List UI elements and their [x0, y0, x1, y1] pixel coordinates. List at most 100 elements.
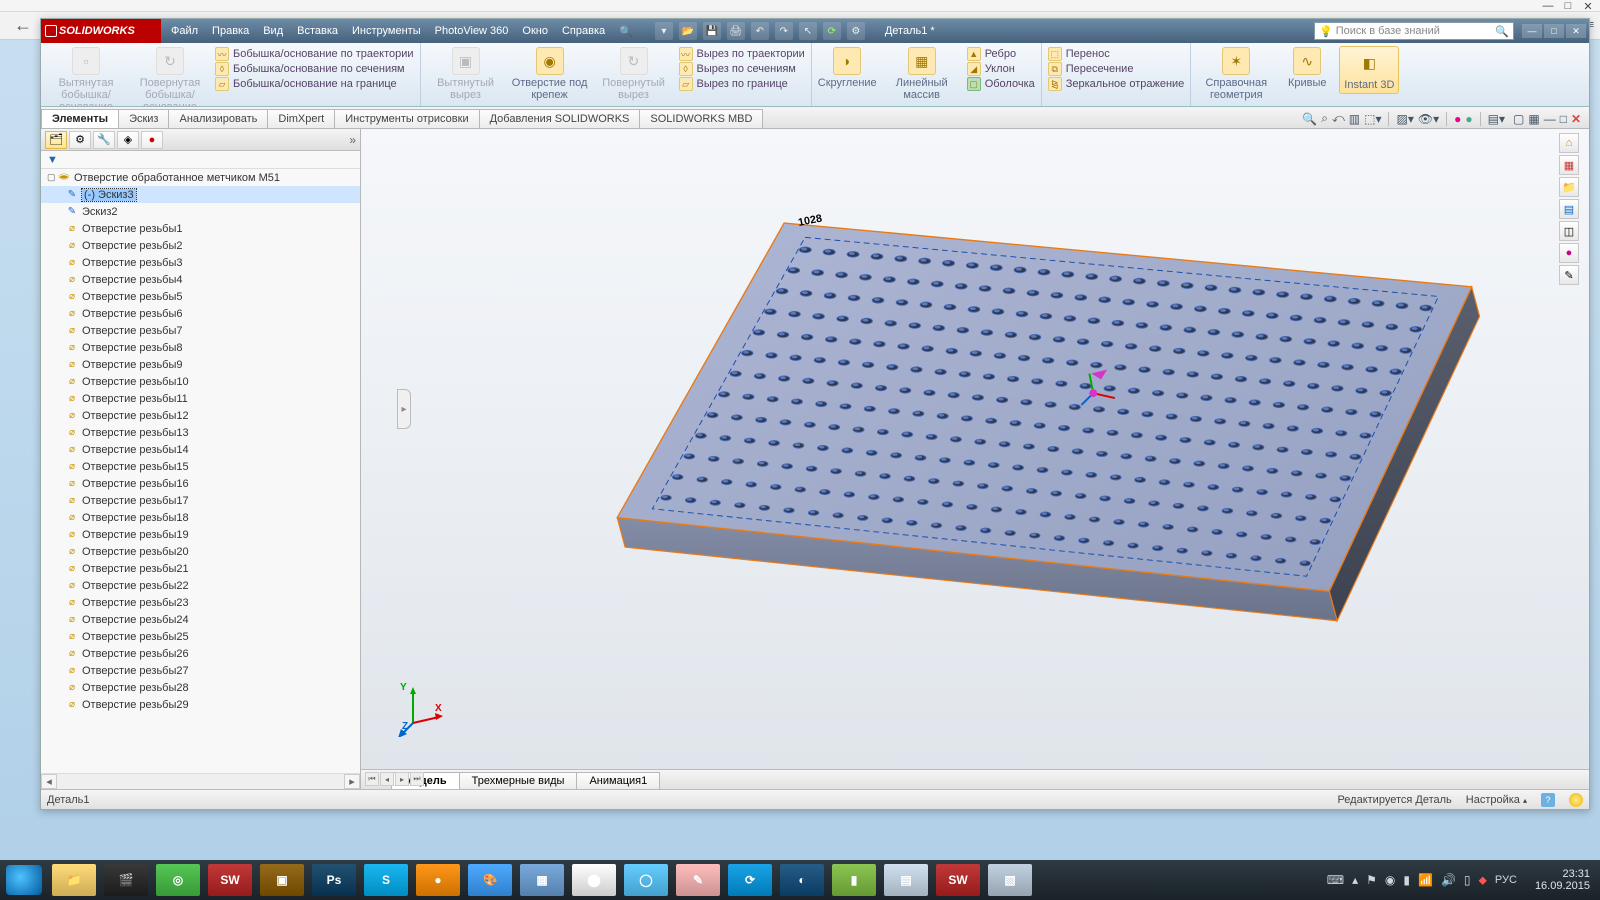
- tray-language[interactable]: РУС: [1495, 874, 1517, 886]
- fm-tabs-more-icon[interactable]: »: [349, 133, 356, 147]
- tree-hole-item[interactable]: ⌀Отверстие резьбы12: [41, 407, 360, 424]
- tree-hole-item[interactable]: ⌀Отверстие резьбы10: [41, 373, 360, 390]
- fm-tab-property-icon[interactable]: ⚙: [69, 131, 91, 149]
- doc-restore-icon[interactable]: □: [1560, 112, 1567, 126]
- view-settings-icon[interactable]: ▤▾: [1488, 112, 1505, 126]
- main-menu[interactable]: Файл Правка Вид Вставка Инструменты Phot…: [161, 25, 643, 38]
- tree-hole-item[interactable]: ⌀Отверстие резьбы18: [41, 509, 360, 526]
- windows-taskbar[interactable]: 📁🎬◎SW▣PsS●🎨▦⬤◯✎⟳◐▮▤SW▧ ⌨ ▴ ⚑ ◉ ▮ 📶 🔊 ▯ ⬥…: [0, 860, 1600, 900]
- taskbar-app[interactable]: Ps: [312, 864, 356, 896]
- taskbar-app[interactable]: ⟳: [728, 864, 772, 896]
- revolved-cut-button[interactable]: ↻Повернутый вырез: [595, 46, 673, 101]
- tab-animation[interactable]: Анимация1: [576, 772, 660, 789]
- motion-nav-next[interactable]: ▸: [395, 772, 409, 786]
- taskbar-app[interactable]: ●: [416, 864, 460, 896]
- appearance-icon[interactable]: ●: [1454, 112, 1461, 126]
- fm-tab-config-icon[interactable]: 🔧: [93, 131, 115, 149]
- rib-button[interactable]: ▲Ребро: [967, 47, 1035, 61]
- taskbar-app[interactable]: ▧: [988, 864, 1032, 896]
- swept-cut-button[interactable]: 〰Вырез по траектории: [679, 47, 805, 61]
- curves-button[interactable]: ∿Кривые: [1281, 46, 1333, 89]
- tree-hole-item[interactable]: ⌀Отверстие резьбы16: [41, 475, 360, 492]
- graphics-area[interactable]: ⌂ ▦ 📁 ▤ ◫ ● ✎: [361, 129, 1589, 789]
- system-tray[interactable]: ⌨ ▴ ⚑ ◉ ▮ 📶 🔊 ▯ ⬥ РУС 23:3116.09.2015: [1327, 868, 1594, 892]
- view-orient-icon[interactable]: ⬚▾: [1364, 112, 1381, 126]
- menu-edit[interactable]: Правка: [212, 25, 249, 38]
- minimize-button[interactable]: —: [1522, 24, 1542, 38]
- model-view[interactable]: 1028: [451, 169, 1579, 719]
- tree-hole-item[interactable]: ⌀Отверстие резьбы7: [41, 322, 360, 339]
- browser-window-controls[interactable]: —□✕: [1540, 0, 1596, 13]
- status-rebuild-icon[interactable]: [1569, 793, 1583, 807]
- wrap-button[interactable]: ⬚Перенос: [1048, 47, 1185, 61]
- taskbar-app[interactable]: ◐: [780, 864, 824, 896]
- tree-hole-item[interactable]: ⌀Отверстие резьбы5: [41, 288, 360, 305]
- qat-redo-icon[interactable]: ↷: [775, 22, 793, 40]
- tree-hole-item[interactable]: ⌀Отверстие резьбы19: [41, 526, 360, 543]
- tree-hole-item[interactable]: ⌀Отверстие резьбы23: [41, 594, 360, 611]
- tree-hole-item[interactable]: ⌀Отверстие резьбы28: [41, 679, 360, 696]
- intersect-button[interactable]: ⧉Пересечение: [1048, 62, 1185, 76]
- section-view-icon[interactable]: ▥: [1349, 112, 1360, 126]
- revolved-boss-button[interactable]: ↻Повернутая бобышка/основание: [131, 46, 209, 113]
- taskbar-app[interactable]: S: [364, 864, 408, 896]
- instant-3d-button[interactable]: ◧Instant 3D: [1339, 46, 1399, 94]
- tray-battery-icon[interactable]: ▯: [1464, 873, 1471, 887]
- tray-keyboard-icon[interactable]: ⌨: [1327, 873, 1344, 887]
- tree-hole-item[interactable]: ⌀Отверстие резьбы2: [41, 237, 360, 254]
- start-button[interactable]: [6, 865, 42, 895]
- tray-up-icon[interactable]: ▴: [1352, 873, 1358, 887]
- tab-3d-views[interactable]: Трехмерные виды: [459, 772, 578, 789]
- taskbar-app[interactable]: ⬤: [572, 864, 616, 896]
- menu-tools[interactable]: Инструменты: [352, 25, 421, 38]
- fm-filter-bar[interactable]: ▼: [41, 151, 360, 169]
- kb-search-input[interactable]: 💡 Поиск в базе знаний 🔍: [1314, 22, 1514, 40]
- extruded-cut-button[interactable]: ▣Вытянутый вырез: [427, 46, 505, 101]
- status-help-icon[interactable]: ?: [1541, 793, 1555, 807]
- tray-bt-icon[interactable]: ⬥: [1479, 873, 1487, 888]
- taskbar-app[interactable]: ✎: [676, 864, 720, 896]
- taskbar-app[interactable]: 🎬: [104, 864, 148, 896]
- linear-pattern-button[interactable]: ▦Линейный массив: [883, 46, 961, 101]
- lofted-boss-button[interactable]: ◊Бобышка/основание по сечениям: [215, 62, 414, 76]
- tab-mbd[interactable]: SOLIDWORKS MBD: [639, 109, 763, 128]
- display-style-icon[interactable]: ▨▾: [1396, 112, 1413, 126]
- quick-access-toolbar[interactable]: ▾ 📂 💾 🖨 ↶ ↷ ↖ ⟳ ⚙: [655, 22, 865, 40]
- taskbar-app[interactable]: ◎: [156, 864, 200, 896]
- tree-hole-item[interactable]: ⌀Отверстие резьбы15: [41, 458, 360, 475]
- tree-sketch[interactable]: ✎Эскиз2: [41, 203, 360, 220]
- tree-hole-item[interactable]: ⌀Отверстие резьбы11: [41, 390, 360, 407]
- status-settings[interactable]: Настройка ▴: [1466, 794, 1527, 806]
- qat-open-icon[interactable]: 📂: [679, 22, 697, 40]
- app-window-controls[interactable]: — □ ✕: [1522, 24, 1586, 38]
- menu-search-icon[interactable]: 🔍: [619, 25, 633, 38]
- menu-view[interactable]: Вид: [263, 25, 283, 38]
- taskpane-home-icon[interactable]: ⌂: [1559, 133, 1579, 153]
- viewport-single-icon[interactable]: ▢: [1513, 112, 1524, 126]
- tree-hole-item[interactable]: ⌀Отверстие резьбы4: [41, 271, 360, 288]
- lofted-cut-button[interactable]: ◊Вырез по сечениям: [679, 62, 805, 76]
- panel-splitter-handle[interactable]: ▸: [397, 389, 411, 429]
- fm-tab-strip[interactable]: 🗂 ⚙ 🔧 ◈ ● »: [41, 129, 360, 151]
- taskbar-app[interactable]: ▦: [520, 864, 564, 896]
- maximize-button[interactable]: □: [1544, 24, 1564, 38]
- fm-tab-dimxpert-icon[interactable]: ◈: [117, 131, 139, 149]
- feature-tree[interactable]: ▢🕳Отверстие обработанное метчиком M51✎(-…: [41, 169, 360, 773]
- zoom-area-icon[interactable]: ⌕: [1321, 111, 1328, 126]
- qat-select-icon[interactable]: ↖: [799, 22, 817, 40]
- tree-hole-item[interactable]: ⌀Отверстие резьбы13: [41, 424, 360, 441]
- boundary-boss-button[interactable]: ▱Бобышка/основание на границе: [215, 77, 414, 91]
- tree-root-feature[interactable]: ▢🕳Отверстие обработанное метчиком M51: [41, 169, 360, 186]
- tree-hole-item[interactable]: ⌀Отверстие резьбы8: [41, 339, 360, 356]
- menu-photoview[interactable]: PhotoView 360: [435, 25, 509, 38]
- qat-rebuild-icon[interactable]: ⟳: [823, 22, 841, 40]
- menu-insert[interactable]: Вставка: [297, 25, 338, 38]
- draft-button[interactable]: ◢Уклон: [967, 62, 1035, 76]
- tray-clock[interactable]: 23:3116.09.2015: [1535, 868, 1590, 892]
- tree-hole-item[interactable]: ⌀Отверстие резьбы17: [41, 492, 360, 509]
- shell-button[interactable]: ▢Оболочка: [967, 77, 1035, 91]
- taskbar-app[interactable]: ◯: [624, 864, 668, 896]
- extruded-boss-button[interactable]: ▫Вытянутая бобышка/основание: [47, 46, 125, 113]
- taskbar-app[interactable]: 🎨: [468, 864, 512, 896]
- tray-network-icon[interactable]: ▮: [1403, 873, 1410, 887]
